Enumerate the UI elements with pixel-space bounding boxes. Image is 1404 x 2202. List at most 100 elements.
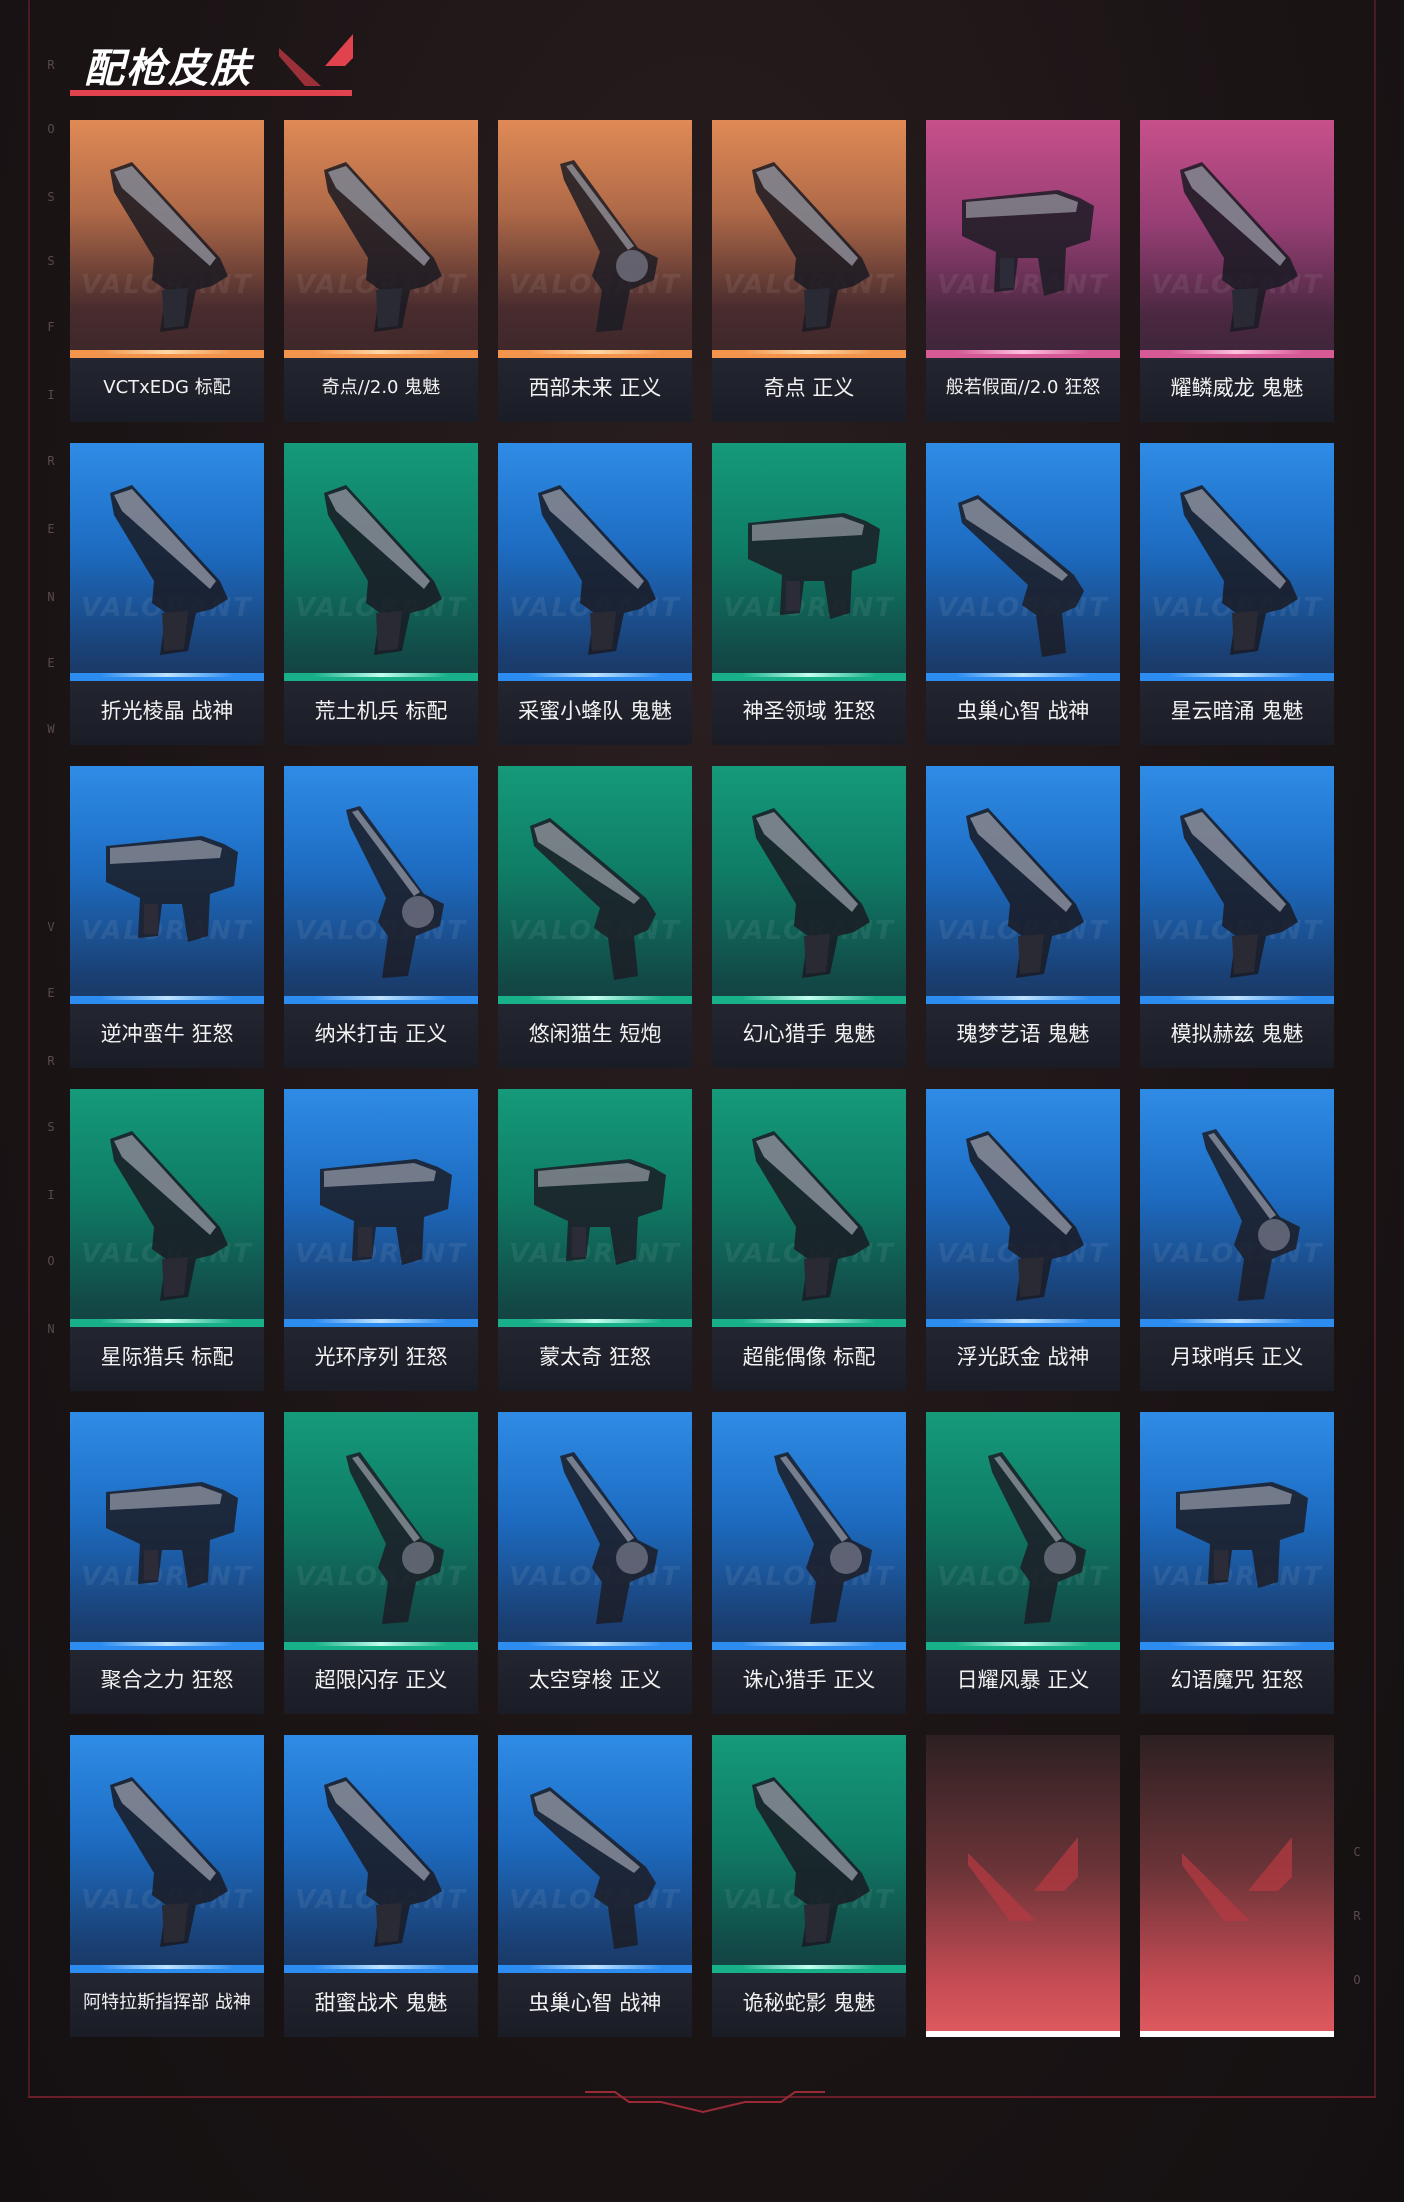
- skin-name: 西部未来 正义: [528, 376, 662, 400]
- side-letter: S: [47, 1120, 55, 1134]
- side-letter: E: [47, 986, 55, 1000]
- skin-name: 神圣领域 狂怒: [742, 699, 876, 723]
- skin-card[interactable]: VALORANT采蜜小蜂队 鬼魅: [498, 443, 692, 745]
- valorant-logo-icon: [279, 34, 353, 86]
- rarity-strip: [70, 1315, 264, 1327]
- skin-card[interactable]: VALORANT 虫巢心智 战神: [926, 443, 1120, 745]
- skin-card[interactable]: VALORANT奇点 正义: [712, 120, 906, 422]
- skin-card[interactable]: VALORANT 西部未来 正义: [498, 120, 692, 422]
- skin-card[interactable]: VALORANT星际猎兵 标配: [70, 1089, 264, 1391]
- skin-card[interactable]: VALORANT瑰梦艺语 鬼魅: [926, 766, 1120, 1068]
- smg-pistol-icon: [106, 1482, 238, 1588]
- rarity-strip: [70, 669, 264, 681]
- skin-card[interactable]: VALORANT 诛心猎手 正义: [712, 1412, 906, 1714]
- skin-card[interactable]: VALORANT超能偶像 标配: [712, 1089, 906, 1391]
- skin-card[interactable]: VALORANT甜蜜战术 鬼魅: [284, 1735, 478, 2037]
- skin-card[interactable]: VALORANT 月球哨兵 正义: [1140, 1089, 1334, 1391]
- side-letter: N: [47, 590, 55, 604]
- skin-card[interactable]: VALORANT 神圣领域 狂怒: [712, 443, 906, 745]
- rarity-strip: [498, 669, 692, 681]
- skin-card[interactable]: VALORANT 太空穿梭 正义: [498, 1412, 692, 1714]
- pistol-icon: [110, 1131, 228, 1301]
- skin-name: 逆冲蛮牛 狂怒: [100, 1022, 234, 1046]
- skin-name: 悠闲猫生 短炮: [528, 1022, 662, 1046]
- page: 配枪皮肤 R O S S F I R E N E W V E R S I O N C R O VALORANTVCTx…: [0, 0, 1404, 2202]
- side-letter: I: [47, 388, 55, 402]
- skin-card[interactable]: VALORANT模拟赫兹 鬼魅: [1140, 766, 1334, 1068]
- skin-name: 超限闪存 正义: [314, 1668, 448, 1692]
- side-letter: F: [47, 320, 55, 334]
- skin-card[interactable]: VALORANT耀鳞威龙 鬼魅: [1140, 120, 1334, 422]
- side-letter: S: [47, 254, 55, 268]
- skin-card[interactable]: VALORANT 纳米打击 正义: [284, 766, 478, 1068]
- skin-card[interactable]: VALORANT 蒙太奇 狂怒: [498, 1089, 692, 1391]
- skin-name: 折光棱晶 战神: [100, 699, 234, 723]
- empty-skin-slot[interactable]: [926, 1735, 1120, 2037]
- skin-card[interactable]: VALORANT 光环序列 狂怒: [284, 1089, 478, 1391]
- slot-bottom-line: [1140, 2031, 1334, 2037]
- skin-card[interactable]: VALORANT阿特拉斯指挥部 战神: [70, 1735, 264, 2037]
- skin-card[interactable]: VALORANT 逆冲蛮牛 狂怒: [70, 766, 264, 1068]
- pistol-icon: [752, 1777, 870, 1947]
- revolver-icon: [988, 1452, 1086, 1624]
- skin-name: 星际猎兵 标配: [100, 1345, 234, 1369]
- smg-pistol-icon: [1176, 1482, 1308, 1588]
- rarity-strip: [1140, 346, 1334, 358]
- skin-card[interactable]: VALORANT 超限闪存 正义: [284, 1412, 478, 1714]
- empty-skin-slot[interactable]: [1140, 1735, 1334, 2037]
- rarity-strip: [70, 1638, 264, 1650]
- side-letter: R: [1353, 1909, 1361, 1923]
- rarity-strip: [712, 1961, 906, 1973]
- skin-name: 聚合之力 狂怒: [100, 1668, 234, 1692]
- skin-card[interactable]: VALORANT 悠闲猫生 短炮: [498, 766, 692, 1068]
- rarity-strip: [1140, 992, 1334, 1004]
- rarity-strip: [926, 346, 1120, 358]
- skin-card[interactable]: VALORANT幻心猎手 鬼魅: [712, 766, 906, 1068]
- skin-card[interactable]: VALORANT诡秘蛇影 鬼魅: [712, 1735, 906, 2037]
- revolver-icon: [1202, 1129, 1300, 1301]
- side-letters-right: C R O: [1346, 1845, 1368, 2005]
- side-letter: E: [47, 522, 55, 536]
- skin-card[interactable]: VALORANT 聚合之力 狂怒: [70, 1412, 264, 1714]
- pistol-icon: [110, 485, 228, 655]
- skin-name: 日耀风暴 正义: [956, 1668, 1090, 1692]
- skin-card[interactable]: VALORANT 般若假面//2.0 狂怒: [926, 120, 1120, 422]
- side-letter: O: [47, 1254, 55, 1268]
- smg-pistol-icon: [962, 190, 1094, 296]
- rarity-strip: [1140, 669, 1334, 681]
- revolver-icon: [560, 1452, 658, 1624]
- skin-name: 超能偶像 标配: [742, 1345, 876, 1369]
- side-letter: R: [47, 58, 55, 72]
- rarity-strip: [498, 1638, 692, 1650]
- skin-name: 模拟赫兹 鬼魅: [1170, 1022, 1304, 1046]
- rarity-strip: [70, 992, 264, 1004]
- revolver-icon: [774, 1452, 872, 1624]
- rarity-strip: [926, 669, 1120, 681]
- revolver-icon: [346, 806, 444, 978]
- skin-card[interactable]: VALORANT 虫巢心智 战神: [498, 1735, 692, 2037]
- pistol-icon: [110, 1777, 228, 1947]
- section-header: 配枪皮肤: [70, 30, 360, 100]
- pistol-icon: [1180, 162, 1298, 332]
- rarity-strip: [498, 992, 692, 1004]
- rarity-strip: [284, 992, 478, 1004]
- skin-card[interactable]: VALORANT 日耀风暴 正义: [926, 1412, 1120, 1714]
- pistol-icon: [1180, 808, 1298, 978]
- page-title: 配枪皮肤: [84, 46, 252, 92]
- skin-name: 光环序列 狂怒: [314, 1345, 448, 1369]
- skin-card[interactable]: VALORANTVCTxEDG 标配: [70, 120, 264, 422]
- skin-card[interactable]: VALORANT 幻语魔咒 狂怒: [1140, 1412, 1334, 1714]
- smg-pistol-icon: [534, 1159, 666, 1265]
- skin-card[interactable]: VALORANT奇点//2.0 鬼魅: [284, 120, 478, 422]
- skin-card[interactable]: VALORANT折光棱晶 战神: [70, 443, 264, 745]
- pistol-icon: [966, 1131, 1084, 1301]
- skin-card[interactable]: VALORANT荒土机兵 标配: [284, 443, 478, 745]
- skin-name: 虫巢心智 战神: [956, 699, 1090, 723]
- rarity-strip: [712, 992, 906, 1004]
- side-letter: N: [47, 1322, 55, 1336]
- skin-name: VCTxEDG 标配: [103, 377, 231, 398]
- skin-card[interactable]: VALORANT浮光跃金 战神: [926, 1089, 1120, 1391]
- side-letter: W: [47, 722, 55, 736]
- skin-card[interactable]: VALORANT星云暗涌 鬼魅: [1140, 443, 1334, 745]
- skin-name: 耀鳞威龙 鬼魅: [1170, 376, 1304, 400]
